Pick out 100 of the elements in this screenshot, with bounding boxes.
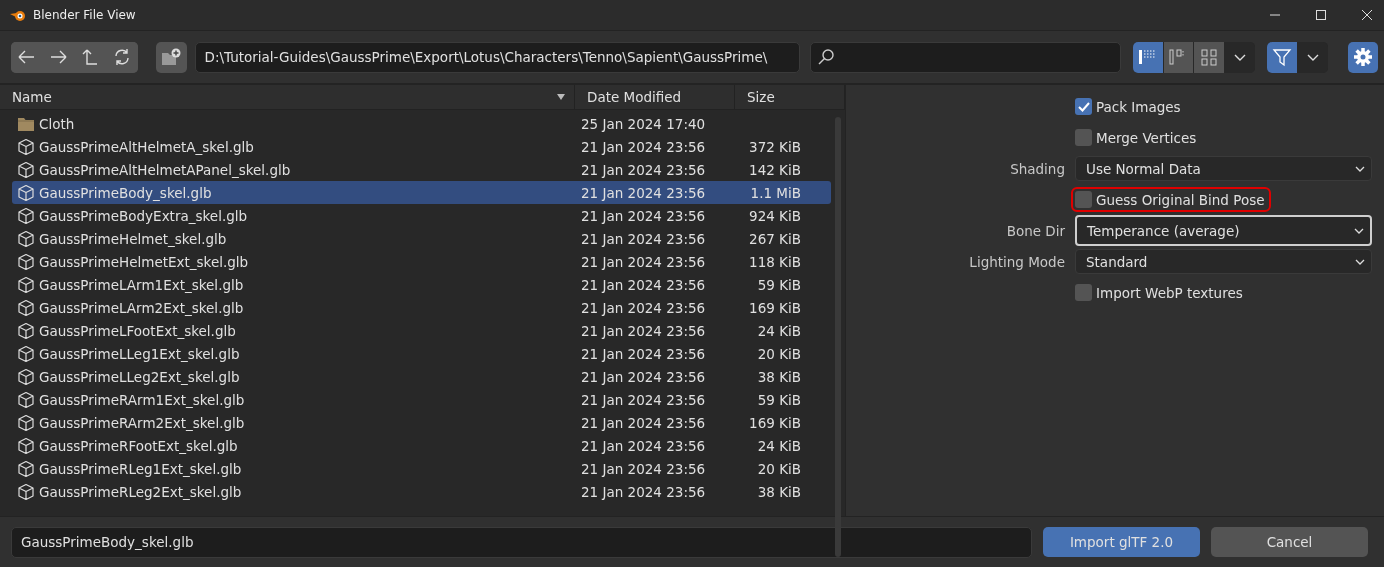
file-row[interactable]: GaussPrimeLLeg2Ext_skel.glb 21 Jan 2024 23:56 38 KiB [12,365,831,388]
file-name: GaussPrimeLArm1Ext_skel.glb [39,276,245,293]
file-row[interactable]: GaussPrimeBodyExtra_skel.glb 21 Jan 2024 23:56 924 KiB [12,204,831,227]
file-size: 142 KiB [748,161,801,178]
cube-icon [17,183,35,202]
new-folder-icon[interactable] [161,48,182,66]
column-header[interactable]: Date Modified [575,85,735,109]
date-modified: 21 Jan 2024 23:56 [581,437,707,454]
file-name: Cloth [39,115,76,132]
settings-button[interactable] [1348,41,1378,73]
date-modified: 21 Jan 2024 23:56 [581,276,707,293]
file-name: GaussPrimeHelmet_skel.glb [39,230,228,247]
checkbox[interactable] [1075,129,1092,146]
checkbox[interactable] [1075,284,1092,301]
file-row[interactable]: GaussPrimeAltHelmetA_skel.glb 21 Jan 2024 23:56 372 KiB [12,135,831,158]
dropdown[interactable]: Temperance (average) [1075,215,1372,246]
file-name: GaussPrimeLArm2Ext_skel.glb [39,299,245,316]
file-size: 38 KiB [756,368,801,385]
date-modified: 21 Jan 2024 23:56 [581,368,707,385]
close-icon[interactable] [1361,9,1373,21]
thumbnails-view-icon [1199,48,1219,66]
file-row[interactable]: GaussPrimeLFootExt_skel.glb 21 Jan 2024 23:56 24 KiB [12,319,831,342]
date-modified: 21 Jan 2024 23:56 [581,391,707,408]
horizontal-list-view-button[interactable] [1163,41,1194,73]
chevron-down-icon[interactable] [1306,52,1321,62]
filter-button[interactable] [1267,41,1298,73]
thumbnails-list-view-button[interactable] [1194,41,1225,73]
dropdown[interactable]: Use Normal Data [1075,156,1372,181]
file-name: GaussPrimeLLeg2Ext_skel.glb [39,368,241,385]
import-button[interactable]: Import glTF 2.0 [1043,527,1200,557]
cube-icon [17,390,35,409]
vertical-view-icon [1138,48,1158,66]
file-size: 118 KiB [748,253,801,270]
file-row[interactable]: Cloth 25 Jan 2024 17:40 [12,112,831,135]
file-row[interactable]: GaussPrimeHelmetExt_skel.glb 21 Jan 2024 23:56 118 KiB [12,250,831,273]
date-modified: 25 Jan 2024 17:40 [581,115,707,132]
cube-icon [17,252,35,271]
file-name: GaussPrimeRLeg1Ext_skel.glb [39,460,243,477]
chevron-down-icon [1355,257,1365,266]
file-row[interactable]: GaussPrimeBody_skel.glb 21 Jan 2024 23:56 1.1 MiB [12,181,831,204]
cube-icon [17,482,35,501]
column-header[interactable]: Name [12,89,52,105]
date-modified: 21 Jan 2024 23:56 [581,460,707,477]
file-name: GaussPrimeBody_skel.glb [39,184,213,201]
file-row[interactable]: GaussPrimeRFootExt_skel.glb 21 Jan 2024 23:56 24 KiB [12,434,831,457]
file-name: GaussPrimeLFootExt_skel.glb [39,322,237,339]
file-size: 169 KiB [748,414,801,431]
field-label: Bone Dir [1006,222,1065,239]
column-header[interactable]: Size [735,85,845,109]
date-modified: 21 Jan 2024 23:56 [581,253,707,270]
search-field[interactable] [809,41,1121,73]
file-size: 169 KiB [748,299,801,316]
file-row[interactable]: GaussPrimeRLeg2Ext_skel.glb 21 Jan 2024 23:56 38 KiB [12,480,831,503]
file-row[interactable]: GaussPrimeLArm1Ext_skel.glb 21 Jan 2024 23:56 59 KiB [12,273,831,296]
cancel-button[interactable]: Cancel [1211,527,1368,557]
settings-icon [1353,47,1374,67]
file-row[interactable]: GaussPrimeRArm1Ext_skel.glb 21 Jan 2024 23:56 59 KiB [12,388,831,411]
file-row[interactable]: GaussPrimeRLeg1Ext_skel.glb 21 Jan 2024 23:56 20 KiB [12,457,831,480]
maximize-icon[interactable] [1315,9,1327,21]
date-modified: 21 Jan 2024 23:56 [581,138,707,155]
checkbox[interactable] [1075,191,1092,208]
scrollbar[interactable] [835,117,841,557]
file-name: GaussPrimeAltHelmetAPanel_skel.glb [39,161,292,178]
file-row[interactable]: GaussPrimeHelmet_skel.glb 21 Jan 2024 23:56 267 KiB [12,227,831,250]
filename-field[interactable]: GaussPrimeBody_skel.glb [11,526,1032,558]
checkbox[interactable] [1075,98,1092,115]
vertical-list-view-button[interactable] [1132,41,1163,73]
sort-descending-icon [556,93,566,101]
cube-icon [17,160,35,179]
window-title: Blender File View [33,8,136,22]
dropdown[interactable]: Standard [1075,249,1372,274]
chevron-down-icon[interactable] [1233,52,1248,62]
file-size: 59 KiB [756,276,801,293]
cube-icon [17,436,35,455]
date-modified: 21 Jan 2024 23:56 [581,161,707,178]
field-label: Shading [1010,160,1065,177]
file-row[interactable]: GaussPrimeAltHelmetAPanel_skel.glb 21 Jan 2024 23:56 142 KiB [12,158,831,181]
file-size: 59 KiB [756,391,801,408]
date-modified: 21 Jan 2024 23:56 [581,207,707,224]
cube-icon [17,229,35,248]
file-size: 24 KiB [756,437,801,454]
file-size: 924 KiB [748,207,801,224]
cube-icon [17,367,35,386]
file-name: GaussPrimeAltHelmetA_skel.glb [39,138,255,155]
field-label: Lighting Mode [969,253,1065,270]
cube-icon [17,344,35,363]
file-row[interactable]: GaussPrimeRArm2Ext_skel.glb 21 Jan 2024 23:56 169 KiB [12,411,831,434]
file-size: 372 KiB [748,138,801,155]
file-row[interactable]: GaussPrimeLLeg1Ext_skel.glb 21 Jan 2024 23:56 20 KiB [12,342,831,365]
file-name: GaussPrimeBodyExtra_skel.glb [39,207,249,224]
file-size: 24 KiB [756,322,801,339]
date-modified: 21 Jan 2024 23:56 [581,414,707,431]
checkbox-label: Merge Vertices [1096,129,1197,146]
date-modified: 21 Jan 2024 23:56 [581,322,707,339]
path-field[interactable]: D:\Tutorial-Guides\GaussPrime\Export\Lotus\Characters\Tenno\Sapient\GaussPrime\ [194,41,800,73]
file-row[interactable]: GaussPrimeLArm2Ext_skel.glb 21 Jan 2024 23:56 169 KiB [12,296,831,319]
cube-icon [17,137,35,156]
file-name: GaussPrimeRLeg2Ext_skel.glb [39,483,243,500]
file-size: 1.1 MiB [749,184,801,201]
cube-icon [17,413,35,432]
